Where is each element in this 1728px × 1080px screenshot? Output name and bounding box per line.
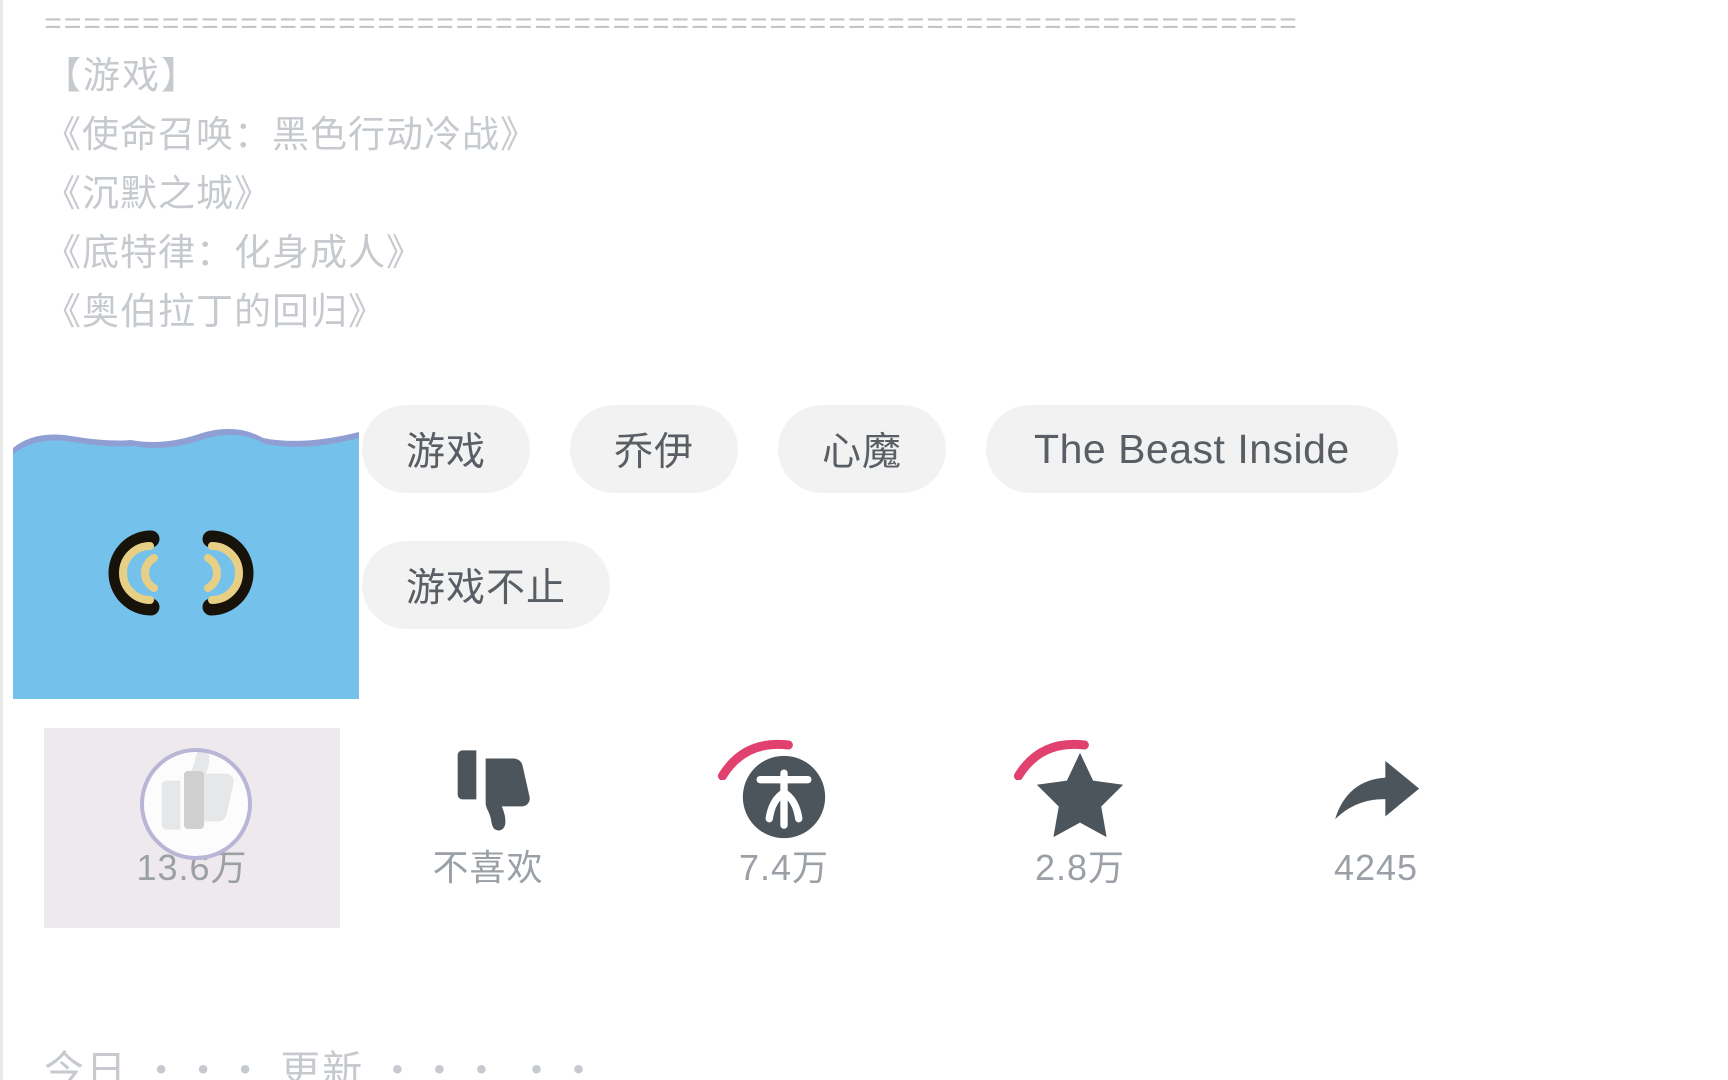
tag-chip-the-beast-inside[interactable]: The Beast Inside [986,405,1398,493]
bottom-truncated-text: 今日 ・・・ 更新 ・・・ ・・ [44,1049,601,1080]
share-count: 4245 [1333,847,1419,888]
description-line-1: 《使命召唤：黑色行动冷战》 [44,114,538,155]
favorite-count: 2.8万 [1034,847,1126,888]
tag-row-2: 游戏不止 [362,541,1482,677]
tag-chip-games-nonstop[interactable]: 游戏不止 [362,541,611,629]
like-icon-wrap [44,728,340,860]
dislike-button[interactable]: 不喜欢 [340,728,636,928]
dislike-icon-wrap [340,728,636,852]
like-button[interactable]: 13.6万 [44,728,340,928]
like-loading-bar [184,771,204,829]
coin-button[interactable]: 7.4万 [636,728,932,928]
action-bar: 13.6万 不喜欢 7.4万 2.8万 4245 [44,728,1544,928]
tag-row-1: 游戏 乔伊 心魔 The Beast Inside [362,405,1482,541]
left-border [0,0,3,1080]
tag-chip-game[interactable]: 游戏 [362,405,531,493]
favorite-icon-wrap [932,728,1228,852]
thumbnail-artwork [13,424,359,699]
star-icon [1036,752,1124,838]
share-button[interactable]: 4245 [1228,728,1524,928]
share-arrow-icon [1335,760,1420,820]
coin-bu-icon [742,755,826,839]
thumbs-down-icon [457,750,530,831]
description-line-4: 《奥伯拉丁的回归》 [44,291,386,332]
coin-count: 7.4万 [738,847,830,888]
description-divider: ========================================… [44,9,1299,43]
video-thumbnail[interactable] [13,424,359,699]
dislike-label: 不喜欢 [432,847,544,888]
coin-icon-wrap [636,728,932,852]
tag-chip-joy[interactable]: 乔伊 [570,405,739,493]
description-line-0: 【游戏】 [44,55,200,96]
tag-list: 游戏 乔伊 心魔 The Beast Inside 游戏不止 [362,405,1482,677]
tag-chip-inner-demon[interactable]: 心魔 [778,405,947,493]
favorite-button[interactable]: 2.8万 [932,728,1228,928]
share-icon-wrap [1228,728,1524,852]
description-line-2: 《沉默之城》 [44,173,272,214]
description-line-3: 《底特律：化身成人》 [44,232,424,273]
video-description: ========================================… [44,8,1644,341]
